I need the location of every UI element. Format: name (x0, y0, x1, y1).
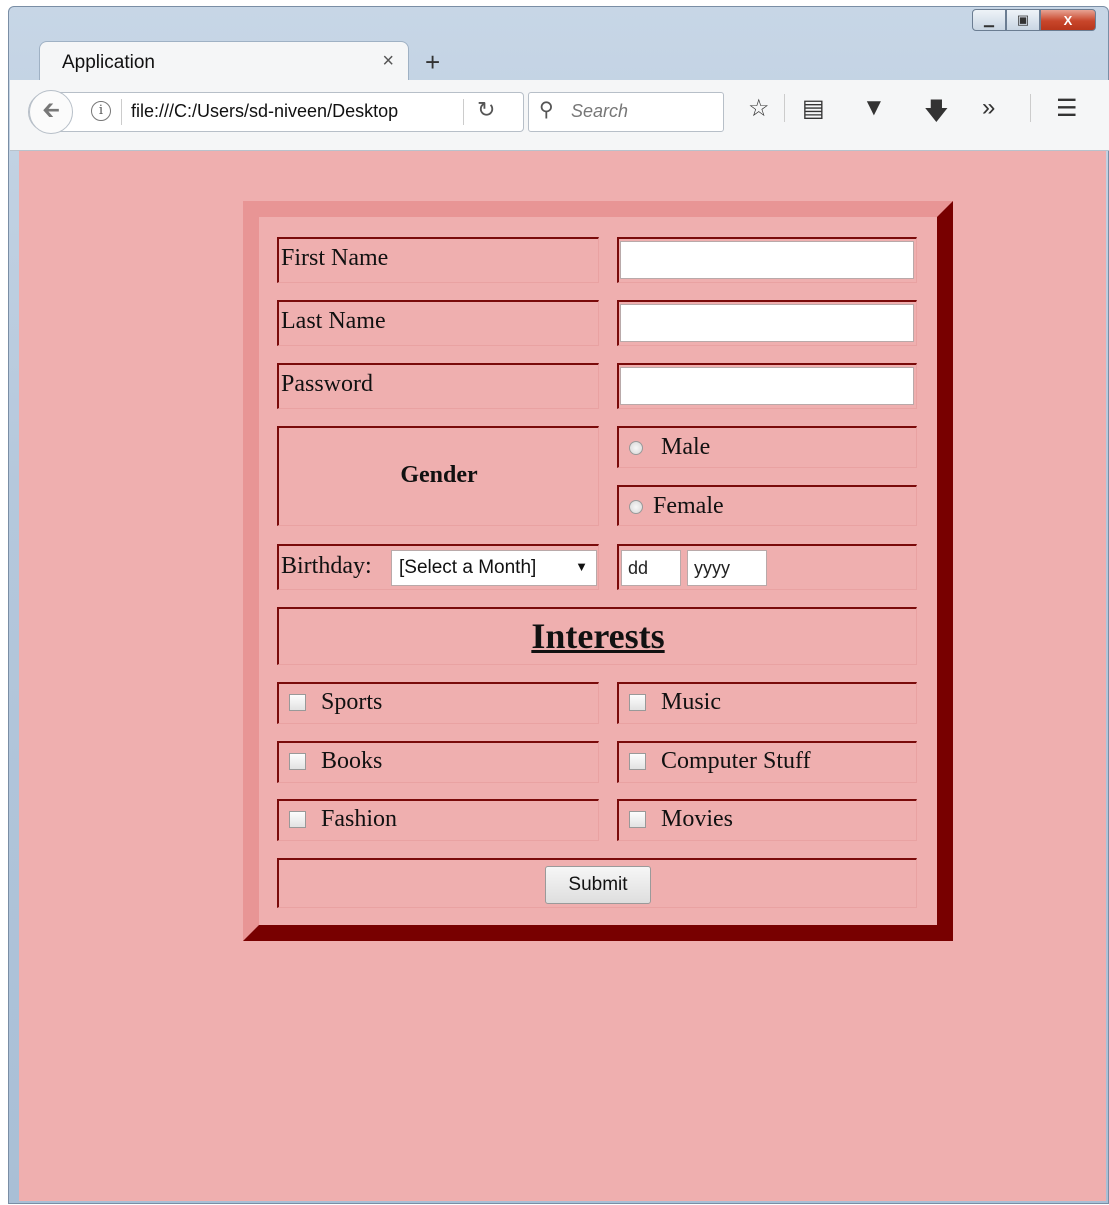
maximize-button[interactable]: ▣ (1006, 9, 1040, 31)
search-placeholder: Search (571, 101, 629, 121)
interests-title: Interests (531, 616, 665, 656)
first-name-input[interactable] (620, 241, 914, 279)
movies-label: Movies (661, 806, 733, 832)
close-window-button[interactable]: X (1040, 9, 1096, 31)
reload-icon[interactable]: ↻ (477, 97, 495, 123)
interest-music-cell: Music (617, 682, 917, 724)
url-text[interactable]: file:///C:/Users/sd-niveen/Desktop (131, 101, 431, 122)
last-name-label: Last Name (281, 308, 386, 334)
fashion-label: Fashion (321, 806, 398, 832)
gender-female-cell: Female (617, 485, 917, 526)
chevron-down-icon: ▼ (575, 559, 588, 574)
day-input[interactable]: dd (621, 550, 681, 586)
submit-button[interactable]: Submit (545, 866, 651, 904)
back-arrow-icon[interactable]: 🡰 (29, 90, 73, 134)
url-bar[interactable]: 🡰 i file:///C:/Users/sd-niveen/Desktop ↻ (28, 90, 524, 134)
interests-header-cell: Interests (277, 607, 917, 665)
male-label: Male (661, 434, 711, 460)
url-divider (121, 99, 122, 125)
computer-stuff-checkbox[interactable] (629, 753, 646, 770)
navigation-toolbar: 🡰 i file:///C:/Users/sd-niveen/Desktop ↻… (10, 80, 1109, 151)
birthday-label: Birthday: (281, 553, 372, 579)
gender-label: Gender (400, 462, 478, 488)
sports-label: Sports (321, 689, 383, 715)
reader-icon[interactable]: ▤ (802, 94, 825, 123)
password-label-cell: Password (277, 363, 599, 409)
month-select-value: [Select a Month] (399, 557, 537, 578)
last-name-input-cell (617, 300, 917, 346)
last-name-label-cell: Last Name (277, 300, 599, 346)
year-placeholder: yyyy (694, 558, 730, 578)
toolbar-divider (784, 94, 785, 122)
star-icon[interactable]: ☆ (748, 94, 770, 123)
female-radio[interactable] (629, 500, 643, 515)
interest-fashion-cell: Fashion (277, 799, 599, 841)
toolbar-divider (1030, 94, 1031, 122)
page-viewport: First Name Last Name Password Gender Mal… (19, 151, 1106, 1201)
interest-movies-cell: Movies (617, 799, 917, 841)
tab-title: Application (62, 52, 155, 73)
music-checkbox[interactable] (629, 694, 646, 711)
birthday-day-year-cell: dd yyyy (617, 544, 917, 590)
password-input[interactable] (620, 367, 914, 405)
movies-checkbox[interactable] (629, 811, 646, 828)
download-icon[interactable]: 🡇 (924, 94, 949, 135)
interest-sports-cell: Sports (277, 682, 599, 724)
month-select[interactable]: [Select a Month] ▼ (391, 550, 597, 586)
search-icon: ⚲ (539, 99, 554, 121)
overflow-icon[interactable]: » (982, 94, 995, 122)
tab-close-icon[interactable]: × (382, 50, 394, 73)
search-bar[interactable]: ⚲ Search (528, 92, 724, 132)
sports-checkbox[interactable] (289, 694, 306, 711)
day-placeholder: dd (628, 558, 649, 578)
fashion-checkbox[interactable] (289, 811, 306, 828)
first-name-label-cell: First Name (277, 237, 599, 283)
password-label: Password (281, 371, 374, 397)
info-icon[interactable]: i (91, 101, 111, 121)
computer-stuff-label: Computer Stuff (661, 748, 811, 774)
url-divider (463, 99, 464, 125)
music-label: Music (661, 689, 721, 715)
interest-books-cell: Books (277, 741, 599, 783)
gender-male-cell: Male (617, 426, 917, 468)
year-input[interactable]: yyyy (687, 550, 767, 586)
password-input-cell (617, 363, 917, 409)
books-label: Books (321, 748, 383, 774)
minimize-button[interactable]: ▁ (972, 9, 1006, 31)
pocket-icon[interactable]: ▼ (862, 94, 886, 122)
window-controls: ▁ ▣ X (972, 9, 1096, 31)
books-checkbox[interactable] (289, 753, 306, 770)
male-radio[interactable] (629, 441, 643, 456)
gender-label-cell: Gender (277, 426, 599, 526)
submit-cell: Submit (277, 858, 917, 908)
birthday-cell: Birthday: [Select a Month] ▼ (277, 544, 599, 590)
last-name-input[interactable] (620, 304, 914, 342)
interest-computer-cell: Computer Stuff (617, 741, 917, 783)
application-form: First Name Last Name Password Gender Mal… (243, 201, 953, 941)
female-label: Female (653, 493, 724, 519)
new-tab-button[interactable]: + (425, 47, 440, 78)
first-name-label: First Name (281, 245, 389, 271)
menu-icon[interactable]: ☰ (1056, 94, 1078, 123)
first-name-input-cell (617, 237, 917, 283)
